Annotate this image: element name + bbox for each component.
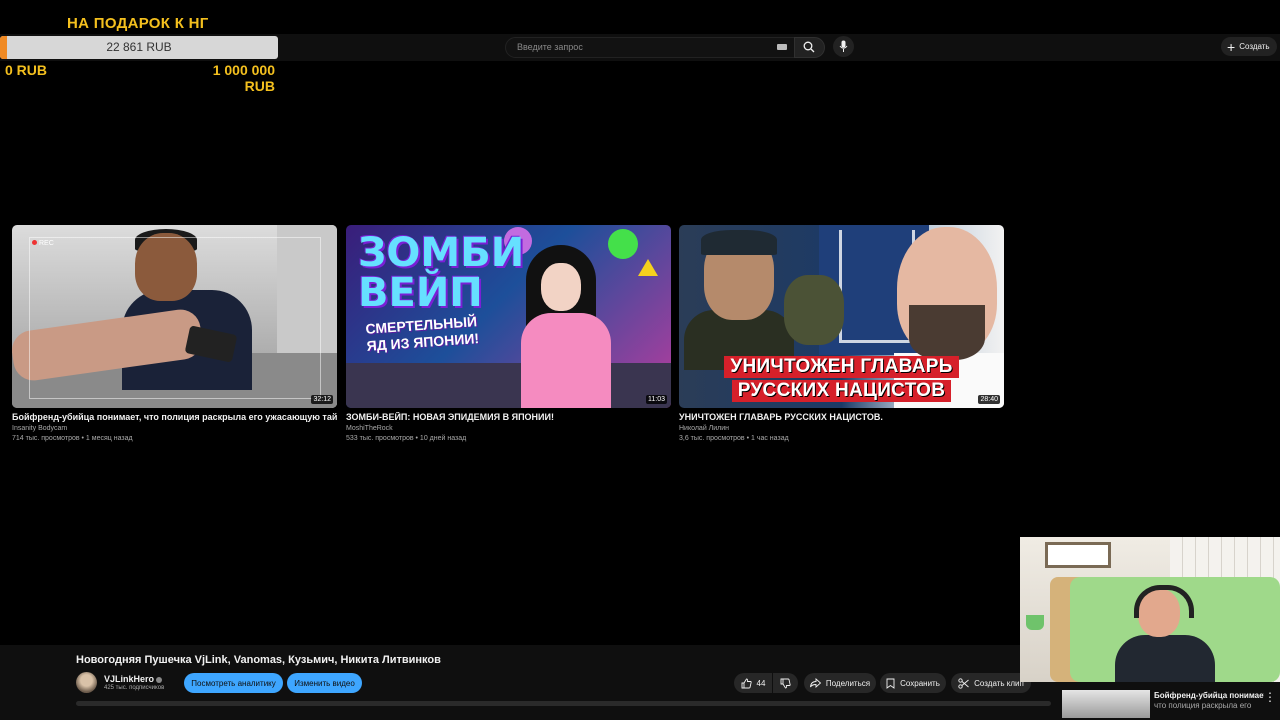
like-button[interactable]: 44 — [734, 673, 772, 693]
video-channel[interactable]: MoshiTheRock — [346, 425, 671, 432]
donation-min-label: 0 RUB — [5, 62, 48, 78]
search-input[interactable] — [515, 41, 759, 53]
dislike-button[interactable] — [773, 673, 798, 693]
current-video-title: Новогодняя Пушечка VjLink, Vanomas, Кузь… — [76, 654, 441, 666]
thumbnail-banner: УНИЧТОЖЕН ГЛАВАРЬ РУССКИХ НАЦИСТОВ — [679, 350, 1004, 408]
mini-player[interactable]: Бойфренд-убийца понимает, что полиция ра… — [1060, 688, 1280, 720]
donation-progress-bar: 22 861 RUB — [0, 36, 278, 59]
search-button[interactable] — [794, 37, 825, 58]
plus-icon: + — [1227, 38, 1236, 55]
channel-avatar[interactable] — [76, 672, 97, 693]
scissors-icon — [958, 677, 969, 689]
create-button[interactable]: + Создать — [1221, 37, 1277, 56]
edit-video-button[interactable]: Изменить видео — [287, 673, 362, 693]
create-label: Создать — [1239, 42, 1270, 51]
donation-max-currency: RUB — [244, 78, 275, 94]
video-title[interactable]: Бойфренд-убийца понимает, что полиция ра… — [12, 412, 337, 422]
mini-player-thumbnail[interactable] — [1062, 690, 1150, 718]
video-thumbnail[interactable]: УНИЧТОЖЕН ГЛАВАРЬ РУССКИХ НАЦИСТОВ 28:40 — [679, 225, 1004, 408]
video-title[interactable]: УНИЧТОЖЕН ГЛАВАРЬ РУССКИХ НАЦИСТОВ. — [679, 412, 1004, 422]
save-button[interactable]: Сохранить — [880, 673, 946, 693]
video-title[interactable]: ЗОМБИ-ВЕЙП: НОВАЯ ЭПИДЕМИЯ В ЯПОНИИ! — [346, 412, 671, 422]
create-clip-button[interactable]: Создать клип — [951, 673, 1031, 693]
webcam-overlay — [1020, 537, 1280, 682]
share-icon — [809, 678, 821, 688]
thumbnail-headline: ЗОМБИ ВЕЙП — [358, 230, 525, 316]
search-icon — [803, 41, 815, 53]
video-meta: 3,6 тыс. просмотров • 1 час назад — [679, 435, 789, 442]
video-meta: 714 тыс. просмотров • 1 месяц назад — [12, 435, 133, 442]
video-meta: 533 тыс. просмотров • 10 дней назад — [346, 435, 467, 442]
more-options-icon[interactable]: ⋮ — [1264, 690, 1276, 704]
warning-icon — [638, 259, 658, 276]
thumbs-down-icon — [780, 678, 791, 688]
video-duration: 28:40 — [978, 395, 1000, 404]
donation-current-amount: 22 861 RUB — [106, 40, 172, 54]
camera-frame — [29, 237, 321, 399]
analytics-button[interactable]: Посмотреть аналитику — [184, 673, 283, 693]
bookmark-icon — [886, 678, 895, 689]
donation-max-value: 1 000 000 — [212, 62, 275, 78]
video-duration: 11:03 — [646, 395, 667, 404]
share-button[interactable]: Поделиться — [804, 673, 876, 693]
voice-search-button[interactable] — [833, 36, 854, 57]
video-duration: 32:12 — [311, 395, 333, 404]
verified-icon — [156, 676, 163, 683]
video-channel[interactable]: Николай Лилин — [679, 425, 1004, 432]
video-card[interactable]: УНИЧТОЖЕН ГЛАВАРЬ РУССКИХ НАЦИСТОВ 28:40… — [679, 225, 1004, 442]
video-channel[interactable]: Insanity Bodycam — [12, 425, 337, 432]
comment-box-placeholder — [76, 701, 1051, 706]
like-count: 44 — [756, 678, 766, 688]
microphone-icon — [839, 40, 848, 52]
rec-indicator: REC — [32, 240, 54, 247]
channel-name[interactable]: VJLinkHero — [104, 674, 163, 684]
video-thumbnail[interactable]: ЗОМБИ ВЕЙП СМЕРТЕЛЬНЫЙ ЯД ИЗ ЯПОНИИ! 11:… — [346, 225, 671, 408]
thumbs-up-icon — [741, 678, 752, 688]
video-card[interactable]: ЗОМБИ ВЕЙП СМЕРТЕЛЬНЫЙ ЯД ИЗ ЯПОНИИ! 11:… — [346, 225, 671, 442]
video-thumbnail[interactable]: REC 32:12 — [12, 225, 337, 408]
video-card[interactable]: REC 32:12 Бойфренд-убийца понимает, что … — [12, 225, 337, 442]
mini-player-title[interactable]: Бойфренд-убийца понимает, что полиция ра… — [1154, 691, 1264, 711]
skull-icon — [608, 229, 638, 259]
keyboard-icon[interactable] — [777, 44, 787, 50]
donation-goal-title: НА ПОДАРОК К НГ — [67, 15, 209, 32]
donation-max-label: 1 000 000 RUB — [190, 62, 275, 94]
thumbnail-subheadline: СМЕРТЕЛЬНЫЙ ЯД ИЗ ЯПОНИИ! — [364, 313, 480, 354]
search-box[interactable] — [505, 37, 796, 58]
subscriber-count: 425 тыс. подписчиков — [104, 685, 165, 691]
